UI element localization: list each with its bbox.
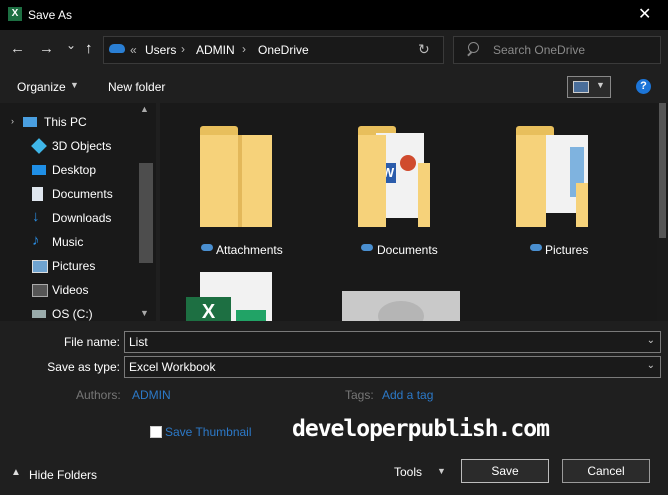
tools-button[interactable]: Tools [394, 465, 422, 479]
excel-icon: X [8, 7, 22, 21]
folder-attachments[interactable] [200, 123, 274, 228]
chevron-down-icon[interactable]: ⌄ [647, 335, 655, 346]
sidebar-item-label: Desktop [52, 163, 97, 177]
tags-input[interactable]: Add a tag [382, 388, 433, 402]
folder-pictures[interactable] [516, 123, 590, 228]
save-as-type-select[interactable]: Excel Workbook ⌄ [124, 356, 661, 378]
cloud-icon [530, 244, 542, 251]
folder-icon [516, 135, 546, 227]
chevron-up-icon[interactable]: ▲ [11, 467, 21, 478]
breadcrumb-item-admin[interactable]: ADMIN [196, 43, 235, 57]
back-arrow-icon[interactable]: ← [10, 40, 25, 57]
sidebar-item-pictures[interactable]: Pictures [0, 254, 140, 278]
sidebar-item-music[interactable]: ♪ Music [0, 230, 140, 254]
save-button[interactable]: Save [461, 459, 549, 483]
sidebar-item-label: Documents [52, 187, 113, 201]
sidebar-item-label: 3D Objects [52, 139, 112, 153]
file-name-label: File name: [63, 335, 120, 349]
sidebar-item-label: Downloads [52, 211, 112, 225]
breadcrumb-overflow[interactable]: « [130, 43, 137, 57]
sidebar-item-label: Pictures [52, 259, 96, 273]
video-icon [32, 284, 48, 297]
computer-icon [23, 117, 37, 127]
authors-label: Authors: [76, 388, 121, 402]
picture-icon [32, 260, 48, 273]
up-arrow-icon[interactable]: ↑ [85, 40, 93, 57]
file-label[interactable]: Attachments [216, 243, 283, 257]
breadcrumb-item-users[interactable]: Users [145, 43, 176, 57]
sidebar-item-desktop[interactable]: Desktop [0, 158, 140, 182]
sidebar-item-videos[interactable]: Videos [0, 278, 140, 302]
sidebar-item-this-pc[interactable]: This PC [0, 110, 140, 134]
organize-button[interactable]: Organize [17, 80, 66, 94]
chevron-down-icon[interactable]: ⌄ [647, 360, 655, 371]
scroll-down-icon[interactable]: ▼ [140, 308, 149, 318]
save-thumbnail-label[interactable]: Save Thumbnail [165, 425, 252, 439]
content-scroll-thumb[interactable] [659, 103, 666, 238]
music-icon: ♪ [32, 232, 40, 249]
title-bar [0, 0, 668, 30]
excel-file-item[interactable]: X [186, 270, 286, 321]
save-as-type-label: Save as type: [47, 360, 120, 374]
folder-documents[interactable]: W [358, 123, 432, 228]
cloud-icon [361, 244, 373, 251]
window-title: Save As [28, 8, 73, 22]
sidebar-item-label: This PC [44, 115, 87, 129]
chevron-down-icon[interactable]: ▼ [437, 466, 446, 476]
file-label[interactable]: Pictures [545, 243, 588, 257]
sidebar-item-documents[interactable]: Documents [0, 182, 140, 206]
sidebar-item-label: Videos [52, 283, 89, 297]
drive-icon [32, 310, 46, 318]
breadcrumb-separator: › [181, 42, 185, 56]
onedrive-cloud-icon [109, 44, 125, 53]
sidebar-item-label: OS (C:) [52, 307, 93, 321]
download-icon: ↓ [32, 208, 40, 225]
chevron-down-icon: ▼ [70, 80, 79, 90]
excel-icon: X [186, 297, 231, 321]
cube-icon [31, 138, 47, 154]
sidebar-item-downloads[interactable]: ↓ Downloads [0, 206, 140, 230]
save-thumbnail-checkbox[interactable] [150, 426, 162, 438]
recent-locations-icon[interactable]: ⌄ [66, 38, 76, 52]
folder-icon [358, 135, 386, 227]
sidebar-item-label: Music [52, 235, 84, 249]
image-file-item[interactable] [342, 291, 460, 321]
breadcrumb-separator: › [242, 42, 246, 56]
sidebar-scrollbar[interactable] [139, 163, 153, 263]
breadcrumb-item-onedrive[interactable]: OneDrive [258, 43, 309, 57]
sidebar-item-os-c[interactable]: OS (C:) [0, 302, 140, 326]
authors-value[interactable]: ADMIN [132, 388, 171, 402]
scroll-up-icon[interactable]: ▲ [140, 104, 149, 114]
refresh-icon[interactable]: ↻ [418, 41, 430, 58]
cloud-icon [201, 244, 213, 251]
search-placeholder: Search OneDrive [493, 43, 586, 57]
help-button[interactable]: ? [636, 79, 651, 94]
view-icon [573, 81, 589, 93]
watermark-text: developerpublish.com [292, 416, 550, 442]
file-name-value: List [129, 335, 148, 349]
sidebar-item-3d-objects[interactable]: 3D Objects [0, 134, 140, 158]
file-label[interactable]: Documents [377, 243, 438, 257]
save-as-type-value: Excel Workbook [129, 360, 216, 374]
forward-arrow-icon[interactable]: → [39, 40, 54, 57]
desktop-icon [32, 165, 46, 175]
cancel-button[interactable]: Cancel [562, 459, 650, 483]
file-name-field[interactable]: List ⌄ [124, 331, 661, 353]
document-icon [32, 187, 43, 201]
tags-label: Tags: [345, 388, 374, 402]
image-thumbnail-icon [342, 291, 460, 321]
chevron-down-icon[interactable]: ▼ [596, 80, 605, 90]
hide-folders-button[interactable]: Hide Folders [29, 468, 97, 482]
close-icon[interactable]: ✕ [638, 4, 651, 24]
new-folder-button[interactable]: New folder [108, 80, 165, 94]
folder-icon [200, 135, 272, 227]
